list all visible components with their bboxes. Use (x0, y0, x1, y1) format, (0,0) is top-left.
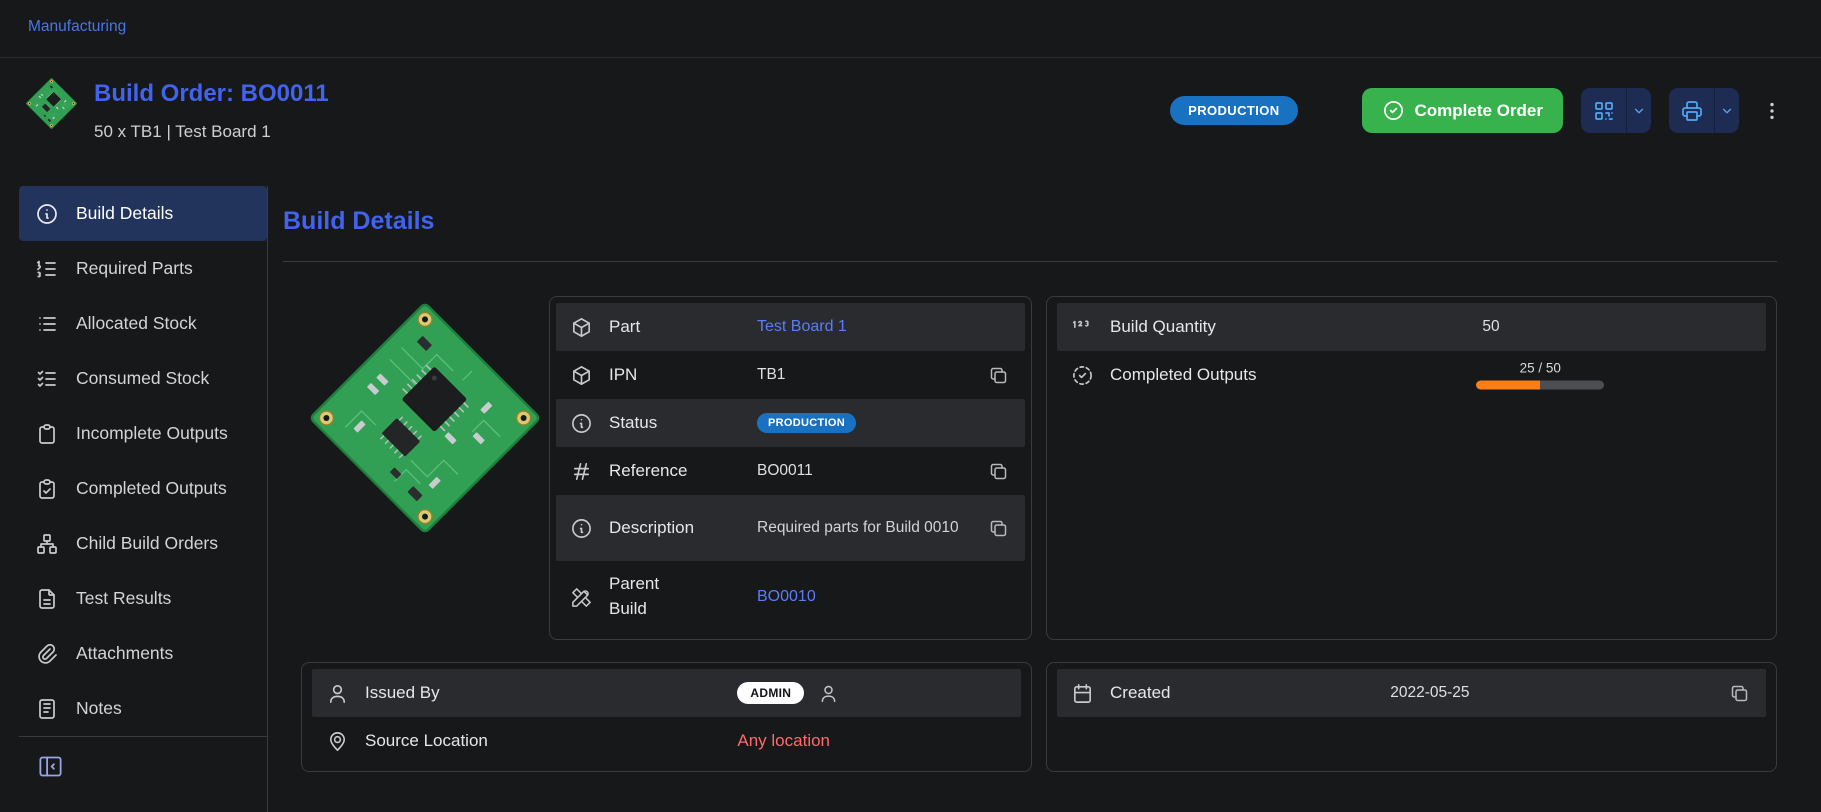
build-progress-panel: Build Quantity 50 Completed Outputs 25 /… (1046, 296, 1777, 640)
detail-row-reference: Reference BO0011 (556, 447, 1025, 495)
issued-by-row: Issued By ADMIN (312, 669, 1021, 717)
breadcrumb: Manufacturing (0, 0, 1821, 58)
main-heading: Build Details (283, 207, 1777, 235)
page-header: Build Order: BO0011 50 x TB1 | Test Boar… (0, 58, 1821, 186)
vertical-dots-icon (1761, 100, 1783, 122)
info-circle-icon (570, 412, 593, 435)
map-pin-icon (326, 730, 349, 753)
status-value-badge: PRODUCTION (757, 413, 856, 433)
part-thumbnail[interactable] (24, 76, 78, 130)
created-value: 2022-05-25 (1390, 684, 1469, 702)
info-circle-icon (35, 202, 59, 226)
build-quantity-value: 50 (1482, 318, 1499, 336)
copy-description-button[interactable] (986, 516, 1011, 541)
package-icon (570, 316, 593, 339)
more-actions-menu-button[interactable] (1759, 96, 1785, 126)
clipboard-icon (35, 422, 59, 446)
barcode-chevron-down-icon[interactable] (1626, 88, 1651, 133)
parent-build-link[interactable]: BO0010 (757, 588, 816, 606)
issue-panel: Issued By ADMIN Source Location (301, 662, 1032, 772)
issued-by-badge: ADMIN (737, 682, 804, 704)
circle-check-icon (1382, 99, 1405, 122)
sidebar-collapse-icon (37, 753, 64, 780)
completed-outputs-row: Completed Outputs 25 / 50 (1057, 351, 1766, 399)
sidebar-item-allocated-stock[interactable]: Allocated Stock (19, 296, 267, 351)
build-details-panel: Part Test Board 1 IPN TB1 (549, 296, 1032, 640)
detail-row-status: Status PRODUCTION (556, 399, 1025, 447)
sitemap-icon (35, 532, 59, 556)
page-subtitle: 50 x TB1 | Test Board 1 (94, 122, 329, 142)
heading-divider (283, 261, 1777, 262)
calendar-icon (1071, 682, 1094, 705)
detail-row-ipn: IPN TB1 (556, 351, 1025, 399)
complete-order-button[interactable]: Complete Order (1362, 88, 1563, 133)
list-numbers-icon (35, 257, 59, 281)
sidebar-item-required-parts[interactable]: Required Parts (19, 241, 267, 296)
printer-icon[interactable] (1669, 88, 1714, 133)
print-chevron-down-icon[interactable] (1714, 88, 1739, 133)
sidebar-item-incomplete-outputs[interactable]: Incomplete Outputs (19, 406, 267, 461)
copy-reference-button[interactable] (986, 459, 1011, 484)
main-content: Build Details Part Te (268, 186, 1821, 812)
numbers-123-icon (1071, 316, 1094, 339)
sidebar-item-completed-outputs[interactable]: Completed Outputs (19, 461, 267, 516)
source-location-row: Source Location Any location (312, 717, 1021, 765)
sidebar-item-attachments[interactable]: Attachments (19, 626, 267, 681)
breadcrumb-manufacturing-link[interactable]: Manufacturing (28, 18, 126, 35)
part-link[interactable]: Test Board 1 (757, 318, 847, 336)
user-icon (326, 682, 349, 705)
completed-outputs-progress: 25 / 50 (1475, 361, 1605, 390)
page-title: Build Order: BO0011 (94, 80, 329, 108)
copy-icon (988, 518, 1009, 539)
sidebar-item-test-results[interactable]: Test Results (19, 571, 267, 626)
sidebar-collapse-button[interactable] (35, 751, 66, 782)
progress-bar (1476, 381, 1604, 390)
clipboard-check-icon (35, 477, 59, 501)
qr-code-icon[interactable] (1581, 88, 1626, 133)
part-image[interactable] (308, 301, 543, 536)
detail-row-part: Part Test Board 1 (556, 303, 1025, 351)
progress-label: 25 / 50 (1520, 361, 1561, 376)
tools-icon (570, 586, 593, 609)
notes-icon (35, 697, 59, 721)
sidebar: Build Details Required Parts Allocated S… (0, 186, 268, 812)
package-icon (570, 364, 593, 387)
description-value: Required parts for Build 0010 (757, 517, 959, 539)
progress-check-icon (1071, 364, 1094, 387)
hash-icon (570, 460, 593, 483)
created-row: Created 2022-05-25 (1057, 669, 1766, 717)
ipn-value: TB1 (757, 366, 970, 384)
source-location-value: Any location (737, 731, 830, 751)
copy-created-button[interactable] (1727, 681, 1752, 706)
detail-row-parent-build: Parent Build BO0010 (556, 561, 1025, 633)
print-actions-button[interactable] (1669, 88, 1739, 133)
created-panel: Created 2022-05-25 (1046, 662, 1777, 772)
barcode-actions-button[interactable] (1581, 88, 1651, 133)
build-quantity-row: Build Quantity 50 (1057, 303, 1766, 351)
file-report-icon (35, 587, 59, 611)
copy-ipn-button[interactable] (986, 363, 1011, 388)
copy-icon (988, 461, 1009, 482)
detail-row-description: Description Required parts for Build 001… (556, 495, 1025, 561)
reference-value: BO0011 (757, 462, 970, 480)
info-circle-icon (570, 517, 593, 540)
paperclip-icon (35, 642, 59, 666)
copy-icon (988, 365, 1009, 386)
user-icon (818, 683, 839, 704)
sidebar-item-notes[interactable]: Notes (19, 681, 267, 736)
status-badge: PRODUCTION (1170, 96, 1297, 125)
sidebar-item-consumed-stock[interactable]: Consumed Stock (19, 351, 267, 406)
copy-icon (1729, 683, 1750, 704)
sidebar-item-child-build-orders[interactable]: Child Build Orders (19, 516, 267, 571)
list-check-icon (35, 367, 59, 391)
list-icon (35, 312, 59, 336)
sidebar-item-build-details[interactable]: Build Details (19, 186, 267, 241)
